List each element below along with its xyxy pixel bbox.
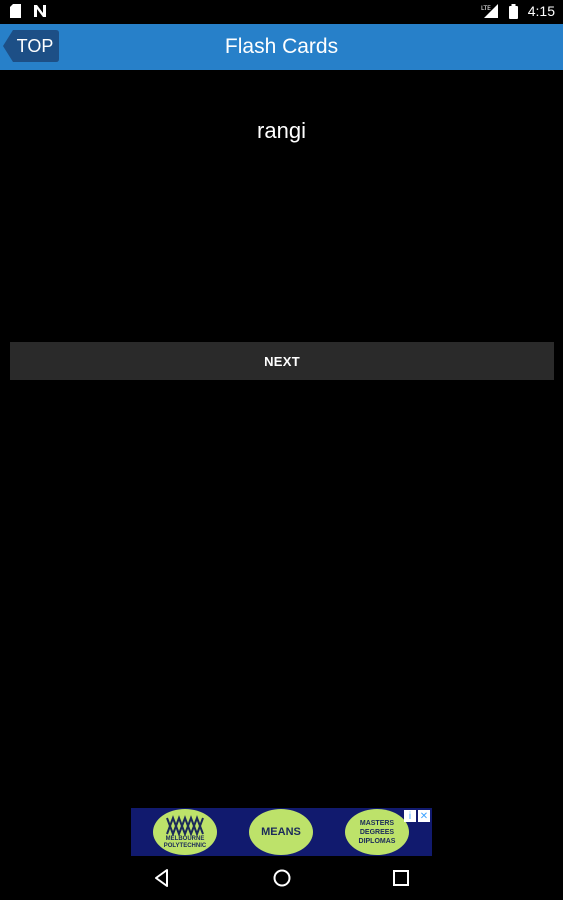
ad-choices[interactable]: i ✕ (404, 810, 430, 822)
top-button-label: TOP (16, 35, 54, 56)
status-right: LTE 4:15 (481, 3, 555, 19)
top-back-button[interactable]: TOP (3, 30, 59, 62)
notification-n-icon (34, 5, 46, 17)
page-title: Flash Cards (224, 35, 339, 58)
next-button[interactable]: NEXT (10, 342, 554, 380)
nav-bar (0, 856, 563, 900)
battery-icon (508, 3, 518, 19)
back-icon[interactable] (150, 866, 174, 890)
ad-badge2-text: MEANS (261, 826, 301, 838)
ad-info-icon[interactable]: i (404, 810, 416, 822)
ad-badge-degrees: MASTERS DEGREES DIPLOMAS (345, 809, 409, 855)
ad-badge-melbourne: MELBOURNE POLYTECHNIC (153, 809, 217, 855)
recent-apps-icon[interactable] (389, 866, 413, 890)
svg-text:LTE: LTE (481, 5, 491, 12)
ad-badge3-line2: DEGREES (359, 828, 395, 836)
sim-card-icon (10, 4, 21, 18)
home-icon[interactable] (270, 866, 294, 890)
ad-close-icon[interactable]: ✕ (418, 810, 430, 822)
ad-badge1-line1: MELBOURNE (165, 836, 205, 842)
status-bar: LTE 4:15 (0, 0, 563, 24)
ad-badge3-line3: DIPLOMAS (358, 837, 396, 845)
polytechnic-logo-icon (166, 815, 204, 836)
ad-badge-means: MEANS (249, 809, 313, 855)
ad-banner[interactable]: MELBOURNE POLYTECHNIC MEANS MASTERS DEGR… (131, 808, 432, 856)
status-left (10, 4, 47, 18)
flash-card-word: rangi (257, 118, 306, 143)
app-bar: TOP Flash Cards (0, 24, 563, 70)
ad-badge3-line1: MASTERS (359, 819, 395, 827)
ad-badge1-line2: POLYTECHNIC (163, 843, 207, 849)
status-time: 4:15 (527, 3, 555, 19)
lte-signal-icon: LTE (481, 4, 498, 18)
